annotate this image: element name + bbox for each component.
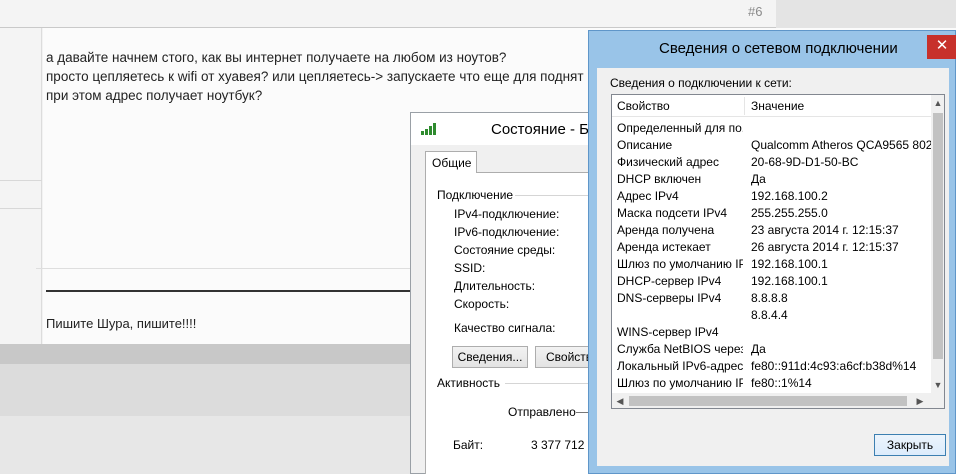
horizontal-scroll-thumb[interactable] [629,396,907,406]
value-cell: 192.168.100.1 [751,257,828,271]
value-cell: 20-68-9D-D1-50-BC [751,155,859,169]
list-item[interactable]: DHCP включен Да [612,170,932,187]
list-item[interactable]: Шлюз по умолчанию IP... fe80::1%14 [612,374,932,391]
speed-label: Скорость: [454,297,510,311]
sent-label: Отправлено [508,405,576,419]
column-header-value[interactable]: Значение [751,99,804,113]
tab-general[interactable]: Общие [425,151,477,173]
property-cell: Шлюз по умолчанию IP... [617,376,743,390]
column-header-property[interactable]: Свойство [617,99,670,113]
details-dialog-title: Сведения о сетевом подключении [659,40,898,57]
scroll-left-icon[interactable]: ◀ [612,393,628,408]
post-message: а давайте начнем стого, как вы интернет … [46,48,584,105]
scroll-right-icon[interactable]: ▶ [912,393,928,408]
close-button[interactable]: Закрыть [874,434,946,456]
post-number-link[interactable]: #6 [748,4,762,19]
wifi-signal-icon [421,123,437,135]
column-divider[interactable] [744,97,745,115]
list-item[interactable]: DHCP-сервер IPv4 192.168.100.1 [612,272,932,289]
group-divider [515,195,590,196]
property-cell: Аренда истекает [617,240,711,254]
status-window-title: Состояние - Бе [491,121,598,138]
vertical-scrollbar[interactable]: ▲ ▼ [931,95,944,393]
post-line: просто цепляетесь к wifi от хуавея? или … [46,69,584,84]
group-divider [505,383,590,384]
property-cell: Описание [617,138,673,152]
list-item[interactable]: Служба NetBIOS через... Да [612,340,932,357]
property-cell: Адрес IPv4 [617,189,679,203]
property-cell: Маска подсети IPv4 [617,206,728,220]
ssid-label: SSID: [454,261,486,275]
column-divider [0,180,42,181]
list-item[interactable]: Определенный для по... [612,119,932,136]
list-item[interactable]: Адрес IPv4 192.168.100.2 [612,187,932,204]
list-item[interactable]: WINS-сервер IPv4 [612,323,932,340]
value-cell: Qualcomm Atheros QCA9565 802.11b [751,138,932,152]
scroll-up-icon[interactable]: ▲ [931,95,944,111]
details-button[interactable]: Сведения... [452,346,528,368]
value-cell: 8.8.4.4 [751,308,788,322]
bytes-label: Байт: [453,438,484,452]
value-cell: 26 августа 2014 г. 12:15:37 [751,240,899,254]
scroll-down-icon[interactable]: ▼ [931,377,944,393]
ipv4-connection-label: IPv4-подключение: [454,207,560,221]
property-cell: Локальный IPv6-адрес... [617,359,743,373]
list-rows: Определенный для по... Описание Qualcomm A… [612,119,932,391]
value-cell: Да [751,172,766,186]
list-item[interactable]: DNS-серверы IPv4 8.8.8.8 [612,289,932,306]
list-item[interactable]: Аренда истекает 26 августа 2014 г. 12:15:… [612,238,932,255]
connection-group-label: Подключение [437,188,518,202]
activity-group-label: Активность [437,376,505,390]
close-icon[interactable]: ✕ [927,35,956,59]
column-divider [0,208,42,209]
list-item[interactable]: 8.8.4.4 [612,306,932,323]
property-cell: Аренда получена [617,223,715,237]
value-cell: 192.168.100.2 [751,189,828,203]
post-signature: Пишите Шура, пишите!!!! [46,316,197,331]
forum-header-strip [776,0,956,28]
vertical-scroll-thumb[interactable] [933,113,943,359]
signal-quality-label: Качество сигнала: [454,321,556,335]
property-cell: DHCP включен [617,172,702,186]
list-item[interactable]: Шлюз по умолчанию IP... 192.168.100.1 [612,255,932,272]
ipv6-connection-label: IPv6-подключение: [454,225,560,239]
value-cell: 8.8.8.8 [751,291,788,305]
property-cell: Шлюз по умолчанию IP... [617,257,743,271]
post-separator [36,268,436,269]
value-cell: fe80::1%14 [751,376,812,390]
list-item[interactable]: Локальный IPv6-адрес... fe80::911d:4c93:a… [612,357,932,374]
duration-label: Длительность: [454,279,536,293]
bytes-sent-value: 3 377 712 0 [531,438,595,452]
value-cell: 192.168.100.1 [751,274,828,288]
property-cell: Служба NetBIOS через... [617,342,743,356]
list-item[interactable]: Описание Qualcomm Atheros QCA9565 802.11b [612,136,932,153]
property-cell: WINS-сервер IPv4 [617,325,719,339]
list-header: Свойство Значение [612,95,932,117]
forum-author-column [0,28,42,344]
value-cell: 23 августа 2014 г. 12:15:37 [751,223,899,237]
wifi-status-window: Состояние - Бе Общие [410,112,601,474]
signature-divider [46,290,426,292]
list-item[interactable]: Аренда получена 23 августа 2014 г. 12:15:… [612,221,932,238]
property-cell: Определенный для по... [617,121,743,135]
property-cell: Физический адрес [617,155,719,169]
details-caption: Сведения о подключении к сети: [610,76,792,90]
list-item[interactable]: Маска подсети IPv4 255.255.255.0 [612,204,932,221]
post-line: при этом адрес получает ноутбук? [46,88,263,103]
status-window-titlebar[interactable]: Состояние - Бе [411,113,601,145]
property-cell: DHCP-сервер IPv4 [617,274,722,288]
value-cell: 255.255.255.0 [751,206,828,220]
property-cell: DNS-серверы IPv4 [617,291,722,305]
details-dialog-titlebar[interactable]: Сведения о сетевом подключении [589,31,955,65]
value-cell: Да [751,342,766,356]
forum-header-bar: #6 [0,0,956,28]
media-state-label: Состояние среды: [454,243,556,257]
value-cell: fe80::911d:4c93:a6cf:b38d%14 [751,359,917,373]
list-item[interactable]: Физический адрес 20-68-9D-D1-50-BC [612,153,932,170]
horizontal-scrollbar[interactable]: ◀ ▶ [612,393,944,408]
connection-details-list[interactable]: Свойство Значение Определенный для по...… [611,94,945,409]
post-line: а давайте начнем стого, как вы интернет … [46,50,507,65]
